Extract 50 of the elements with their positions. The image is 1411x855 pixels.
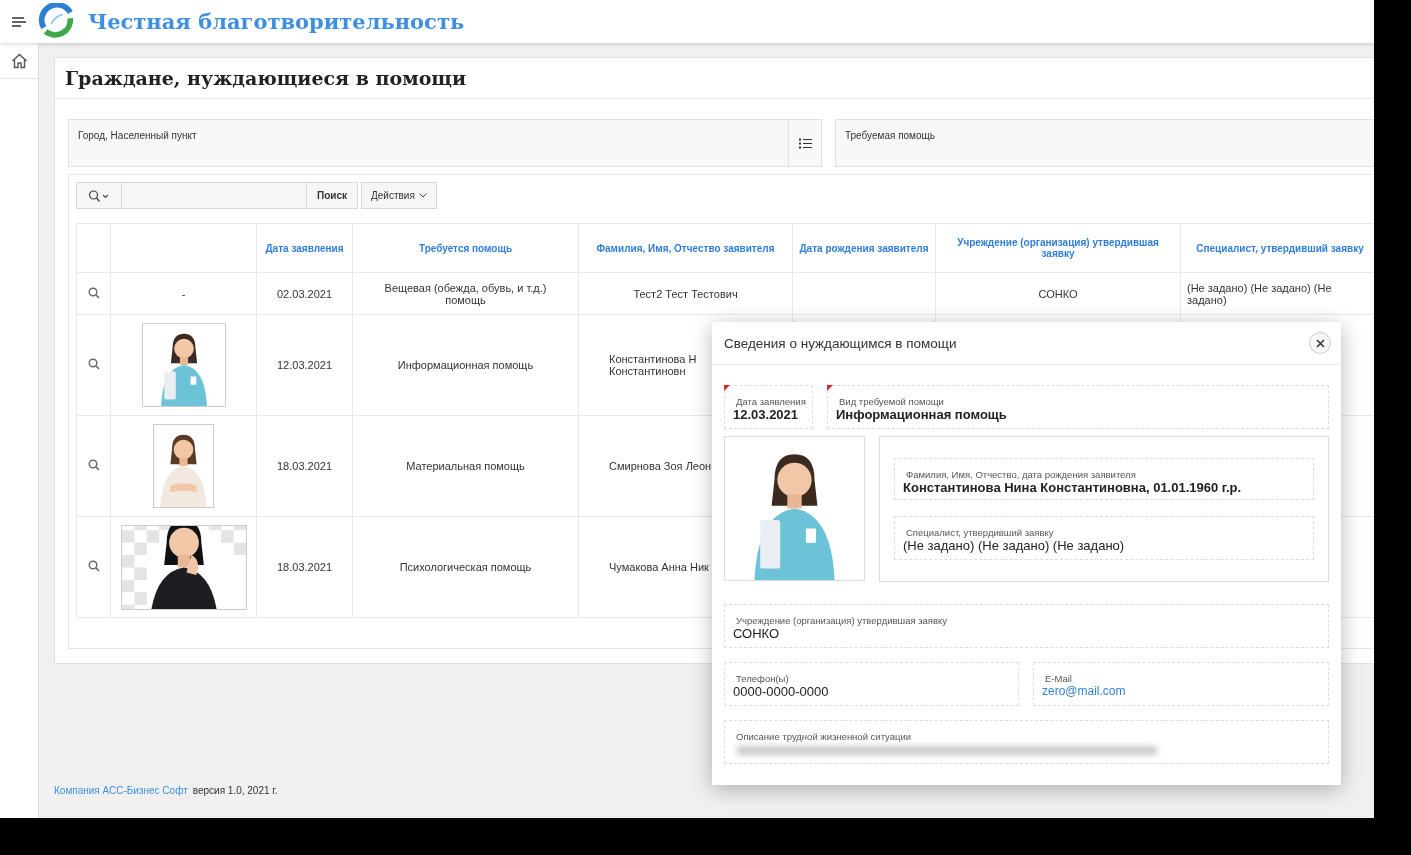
field-label: E-Mail — [1044, 673, 1073, 684]
search-icon[interactable] — [87, 286, 100, 299]
close-button[interactable] — [1309, 332, 1331, 354]
table-cell: Чумакова Анна Ник — [609, 561, 709, 573]
dialog-title: Сведения о нуждающимся в помощи — [724, 335, 957, 351]
search-icon[interactable] — [87, 459, 100, 471]
search-button[interactable]: Поиск — [307, 182, 358, 209]
table-cell: Константинова Н Константиновн — [609, 353, 697, 377]
page-title: Граждане, нуждающиеся в помощи — [65, 67, 466, 89]
field-label: Фамилия, Имя, Отчество, дата рождения заявителя — [905, 469, 1137, 480]
field-value: СОНКО — [733, 626, 781, 641]
search-field[interactable] — [122, 182, 307, 209]
search-icon[interactable] — [87, 560, 100, 572]
actions-button[interactable]: Действия — [361, 182, 437, 209]
filter-field[interactable]: Требуемая помощь — [835, 119, 1374, 167]
field-label: Вид требуемой помощи — [838, 396, 945, 407]
field-value: 12.03.2021 — [733, 407, 800, 422]
table-cell: - — [181, 287, 186, 300]
search-icon[interactable] — [76, 182, 122, 209]
table-cell: 18.03.2021 — [276, 561, 333, 573]
version-text: версия 1.0, 2021 г. — [192, 785, 278, 796]
close-icon — [1315, 338, 1325, 348]
table-cell: Смирнова Зоя Леон — [609, 460, 712, 472]
field-label: Учреждение (организация) утвердившая заявку — [735, 615, 949, 626]
table-cell: СОНКО — [1038, 287, 1078, 300]
filter-field[interactable]: Город, Населенный пункт — [68, 119, 822, 167]
field-label: Описание трудной жизненной ситуации — [735, 731, 913, 742]
menu-icon[interactable] — [12, 15, 26, 28]
table-cell: Материальная помощь — [406, 460, 525, 472]
field-label: Специалист, утвердивший заявку — [905, 527, 1055, 538]
table-cell: 12.03.2021 — [276, 359, 333, 371]
table-cell-text: Вещевая (обежда, обувь, и т.д.) помощь — [383, 281, 548, 306]
field-value: (Не задано) (Не задано) (Не задано) — [903, 538, 1126, 553]
field-label: Дата заявления — [735, 396, 804, 407]
field-value: Константинова Нина Константиновна, 01.01.1960 г.р. — [903, 480, 1243, 495]
app-title: Честная благотворительность — [88, 9, 465, 34]
caret-icon — [418, 193, 427, 198]
field-label: Телефон(ы) — [735, 673, 790, 684]
table-cell: 02.03.2021 — [276, 287, 333, 300]
logo-icon — [38, 2, 76, 41]
field-value: Информационная помощь — [836, 407, 1008, 422]
table-cell-text: (Не задано) (Не задано) (Не задано) — [1187, 281, 1333, 306]
field-value: 0000-0000-0000 — [733, 684, 830, 699]
table-cell: Тест2 Тест Тестович — [633, 287, 738, 300]
search-icon[interactable] — [87, 358, 100, 370]
company-link[interactable]: Компания АСС-Бизнес Софт — [54, 785, 188, 796]
table-cell: Информационная помощь — [397, 359, 534, 371]
table-cell: 18.03.2021 — [276, 460, 333, 472]
table-cell: Психологическая помощь — [399, 561, 532, 573]
email-link[interactable]: zero@mail.com — [1042, 684, 1320, 698]
